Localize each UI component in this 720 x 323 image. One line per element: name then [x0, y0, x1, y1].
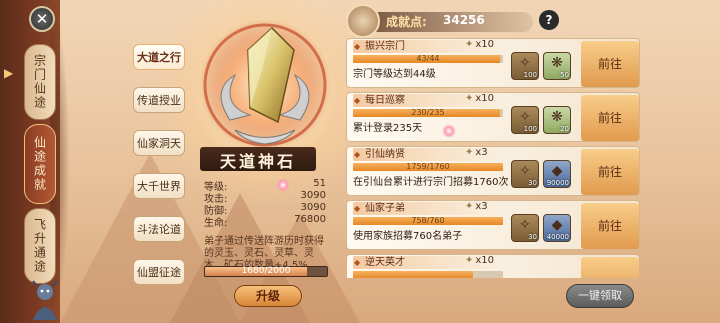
stat-value: 76800 [294, 214, 326, 225]
reward-item-count: 30 [528, 233, 537, 241]
side-arrow-icon: ▶ [4, 66, 14, 80]
reward-item-icon: ❋ [551, 109, 563, 125]
task-row: 每日巡察✦x10230/235累计登录235天✧100❋20前往 [346, 92, 640, 142]
collect-all-button[interactable]: 一键领取 [566, 284, 634, 308]
goto-button[interactable]: 前往 [581, 41, 639, 87]
task-list[interactable]: 振兴宗门✦x1043/44宗门等级达到44级✧100❋50前往每日巡察✦x102… [346, 38, 640, 278]
artifact-progress-text: 1680/2000 [241, 266, 291, 276]
reward-item[interactable]: ❋ 20 [543, 106, 571, 134]
stat-value: 3090 [300, 190, 326, 201]
task-description: 在引仙台累计进行宗门招募1760次 [353, 177, 509, 188]
task-progress-text: 230/235 [411, 108, 445, 117]
reward-item-count: 90000 [546, 179, 569, 187]
close-button[interactable]: ✕ [29, 6, 55, 32]
goto-button[interactable]: 前往 [581, 95, 639, 141]
achievement-points-icon [346, 4, 380, 38]
reward-item[interactable]: ✧ 100 [511, 52, 539, 80]
reward-item-count: 100 [523, 125, 537, 133]
reward-item[interactable]: ✧ 30 [511, 214, 539, 242]
sparkle-icon [442, 124, 456, 138]
reward-item-icon: ✧ [519, 217, 531, 233]
task-description: 使用家族招募760名弟子 [353, 231, 463, 242]
subtab-alliance[interactable]: 仙盟征途 [133, 259, 185, 285]
stat-value: 51 [313, 178, 326, 189]
reward-item-icon: ✧ [519, 163, 531, 179]
reward-item[interactable]: ✧ 30 [511, 160, 539, 188]
reward-item-icon: ◆ [551, 163, 563, 179]
reward-item-count: 50 [560, 71, 569, 79]
task-reward: ✦ x3 [465, 201, 488, 212]
reward-item[interactable]: ◆ 90000 [543, 160, 571, 188]
task-reward: ✦ x3 [465, 147, 488, 158]
achievement-points-icon: ✦ [465, 93, 474, 104]
subtab-great-world[interactable]: 大千世界 [133, 173, 185, 199]
reward-item-count: 40000 [546, 233, 569, 241]
task-description: 宗门等级达到44级 [353, 69, 436, 80]
task-reward-count: x3 [475, 201, 488, 212]
subtab-great-dao[interactable]: 大道之行 [133, 44, 185, 70]
reward-item[interactable]: ◆ 40000 [543, 214, 571, 242]
help-button[interactable]: ? [539, 10, 559, 30]
subtab-teaching[interactable]: 传道授业 [133, 87, 185, 113]
task-row: 振兴宗门✦x1043/44宗门等级达到44级✧100❋50前往 [346, 38, 640, 88]
tab-ascension-path[interactable]: 飞升通途 [24, 208, 56, 284]
subtab-duel[interactable]: 斗法论道 [133, 216, 185, 242]
task-progress-text: 1759/1760 [406, 162, 450, 171]
achievement-points-label: 成就点: [386, 15, 427, 29]
task-reward-count: x10 [475, 255, 495, 266]
reward-item-icon: ✧ [519, 109, 531, 125]
achievement-points-value: 34256 [443, 13, 485, 27]
reward-item-count: 30 [528, 179, 537, 187]
reward-item[interactable]: ✧ 100 [511, 106, 539, 134]
close-icon: ✕ [35, 10, 49, 28]
artifact-name: 天道神石 [219, 152, 296, 171]
task-reward: ✦ x10 [465, 93, 494, 104]
achievement-points-icon: ✦ [465, 39, 474, 50]
task-progress-text: 758/760 [411, 216, 445, 225]
task-row: 逆天英才✦x10 [346, 254, 640, 278]
task-progress-text: 43/44 [416, 54, 440, 63]
upgrade-button[interactable]: 升级 [234, 285, 302, 307]
reward-item-icon: ❋ [551, 55, 563, 71]
task-row: 仙家子弟✦x3758/760使用家族招募760名弟子✧30◆40000前往 [346, 200, 640, 250]
task-progress-bar [353, 271, 503, 278]
subtab-immortal-cave[interactable]: 仙家洞天 [133, 130, 185, 156]
artifact-image [199, 20, 331, 151]
achievement-points-icon: ✦ [465, 147, 474, 158]
task-reward: ✦ x10 [465, 255, 494, 266]
task-reward-count: x3 [475, 147, 488, 158]
task-reward-count: x10 [475, 39, 495, 50]
goto-button[interactable]: 前往 [581, 149, 639, 195]
stat-value: 3090 [300, 202, 326, 213]
task-reward-count: x10 [475, 93, 495, 104]
goto-button[interactable]: 前往 [581, 203, 639, 249]
reward-item-count: 100 [523, 71, 537, 79]
reward-item-count: 20 [560, 125, 569, 133]
reward-item-icon: ✧ [519, 55, 531, 71]
task-description: 累计登录235天 [353, 123, 423, 134]
achievement-points-icon: ✦ [465, 255, 474, 266]
reward-item-icon: ◆ [551, 217, 563, 233]
task-progress-fill [353, 271, 473, 278]
task-row: 引仙纳贤✦x31759/1760在引仙台累计进行宗门招募1760次✧30◆900… [346, 146, 640, 196]
character-avatar[interactable] [28, 280, 62, 320]
reward-item[interactable]: ❋ 50 [543, 52, 571, 80]
tab-sect-path[interactable]: 宗门仙途 [24, 44, 56, 120]
achievement-points-icon: ✦ [465, 201, 474, 212]
tab-immortal-achievement[interactable]: 仙途成就 [24, 124, 56, 204]
task-reward: ✦ x10 [465, 39, 494, 50]
goto-button[interactable] [581, 257, 639, 278]
stat-label: 生命: [204, 218, 228, 229]
